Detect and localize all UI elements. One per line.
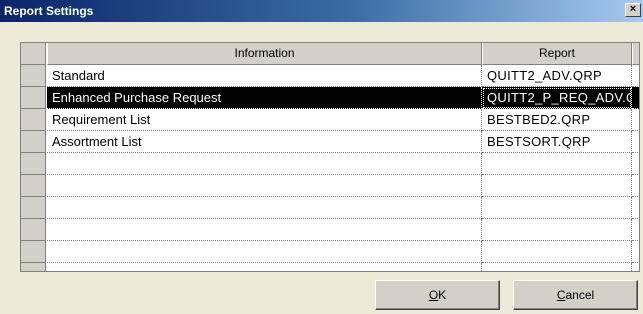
cell-report[interactable]	[482, 197, 632, 219]
table-row[interactable]	[21, 219, 639, 241]
row-selector[interactable]	[21, 65, 46, 87]
grid-header: Information Report	[21, 43, 639, 65]
column-header-report[interactable]: Report	[482, 43, 632, 65]
column-header-information[interactable]: Information	[47, 43, 482, 65]
cell-information[interactable]: Assortment List	[47, 131, 482, 153]
cancel-button[interactable]: Cancel	[513, 280, 638, 310]
close-button[interactable]: ×	[625, 3, 641, 17]
cell-report[interactable]	[482, 219, 632, 241]
header-corner	[21, 43, 46, 65]
cell-information[interactable]	[47, 263, 482, 271]
cell-extra	[632, 131, 639, 153]
cell-extra	[632, 153, 639, 175]
cell-extra	[632, 241, 639, 263]
row-selector[interactable]	[21, 219, 46, 241]
row-selector[interactable]	[21, 131, 46, 153]
cell-report[interactable]	[482, 175, 632, 197]
ok-button[interactable]: OK	[375, 280, 500, 310]
table-row[interactable]: Assortment List BESTSORT.QRP	[21, 131, 639, 153]
ok-label: K	[438, 288, 447, 302]
table-row[interactable]	[21, 197, 639, 219]
title-bar[interactable]: Report Settings ×	[0, 0, 643, 22]
cell-report[interactable]: BESTSORT.QRP	[482, 131, 632, 153]
column-header-extra	[632, 43, 639, 65]
cell-information[interactable]: Requirement List	[47, 109, 482, 131]
cancel-label: ancel	[565, 288, 595, 302]
row-selector[interactable]	[21, 197, 46, 219]
table-row[interactable]	[21, 175, 639, 197]
row-selector[interactable]	[21, 153, 46, 175]
table-row[interactable]: Standard QUITT2_ADV.QRP	[21, 65, 639, 87]
table-row[interactable]	[21, 241, 639, 263]
cell-information[interactable]	[47, 153, 482, 175]
table-row[interactable]: Requirement List BESTBED2.QRP	[21, 109, 639, 131]
window-title: Report Settings	[4, 4, 94, 18]
cell-report[interactable]	[482, 263, 632, 271]
report-grid[interactable]: Information Report Standard QUITT2_ADV.Q…	[20, 42, 640, 272]
cell-extra	[632, 263, 639, 271]
row-selector[interactable]	[21, 241, 46, 263]
row-selector[interactable]	[21, 109, 46, 131]
cell-report[interactable]: BESTBED2.QRP	[482, 109, 632, 131]
cell-report[interactable]	[482, 241, 632, 263]
cell-information[interactable]	[47, 197, 482, 219]
row-selector[interactable]	[21, 87, 46, 109]
cell-report[interactable]: QUITT2_P_REQ_ADV.Q	[482, 87, 632, 109]
cell-extra	[632, 197, 639, 219]
row-selector[interactable]	[21, 175, 46, 197]
cell-information[interactable]: Enhanced Purchase Request	[47, 87, 482, 109]
cell-report[interactable]	[482, 153, 632, 175]
table-row-selected[interactable]: Enhanced Purchase Request QUITT2_P_REQ_A…	[21, 87, 639, 109]
cell-extra	[632, 65, 639, 87]
cell-information[interactable]	[47, 219, 482, 241]
cell-extra	[632, 219, 639, 241]
cell-extra	[632, 109, 639, 131]
cell-extra	[632, 175, 639, 197]
cell-information[interactable]	[47, 241, 482, 263]
cell-report[interactable]: QUITT2_ADV.QRP	[482, 65, 632, 87]
table-row[interactable]	[21, 263, 639, 271]
ok-mnemonic: O	[428, 288, 439, 302]
cell-extra	[632, 87, 639, 109]
cell-information[interactable]	[47, 175, 482, 197]
close-icon: ×	[629, 3, 637, 15]
row-selector[interactable]	[21, 263, 46, 271]
cell-information[interactable]: Standard	[47, 65, 482, 87]
table-row[interactable]	[21, 153, 639, 175]
